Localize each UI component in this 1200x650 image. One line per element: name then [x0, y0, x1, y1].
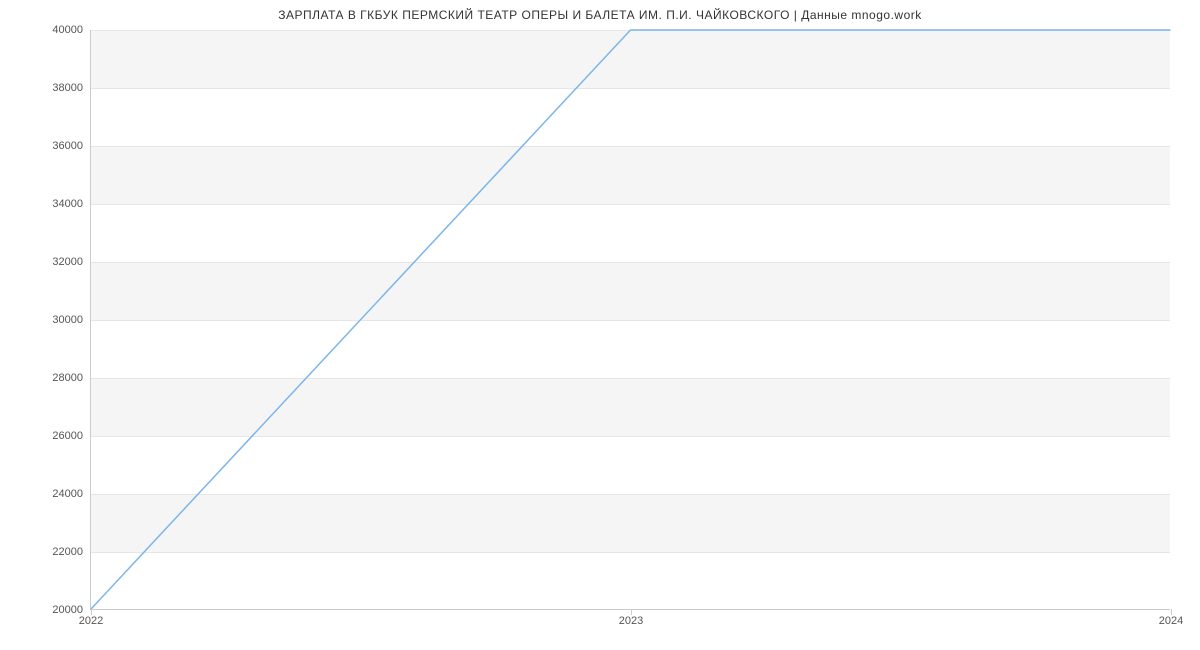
- y-tick-label: 34000: [52, 198, 83, 210]
- plot-area: 2000022000240002600028000300003200034000…: [90, 30, 1170, 610]
- y-tick-label: 32000: [52, 256, 83, 268]
- y-tick-label: 38000: [52, 82, 83, 94]
- y-tick-label: 40000: [52, 24, 83, 36]
- data-line: [91, 30, 1170, 609]
- y-tick-label: 28000: [52, 372, 83, 384]
- x-tick-label: 2022: [79, 615, 103, 627]
- line-layer: [91, 30, 1170, 609]
- y-tick-label: 36000: [52, 140, 83, 152]
- y-tick-label: 26000: [52, 430, 83, 442]
- x-tick-label: 2024: [1159, 615, 1183, 627]
- y-tick-label: 22000: [52, 546, 83, 558]
- y-tick-label: 30000: [52, 314, 83, 326]
- chart-title: ЗАРПЛАТА В ГКБУК ПЕРМСКИЙ ТЕАТР ОПЕРЫ И …: [0, 0, 1200, 22]
- x-tick-label: 2023: [619, 615, 643, 627]
- y-tick-label: 24000: [52, 488, 83, 500]
